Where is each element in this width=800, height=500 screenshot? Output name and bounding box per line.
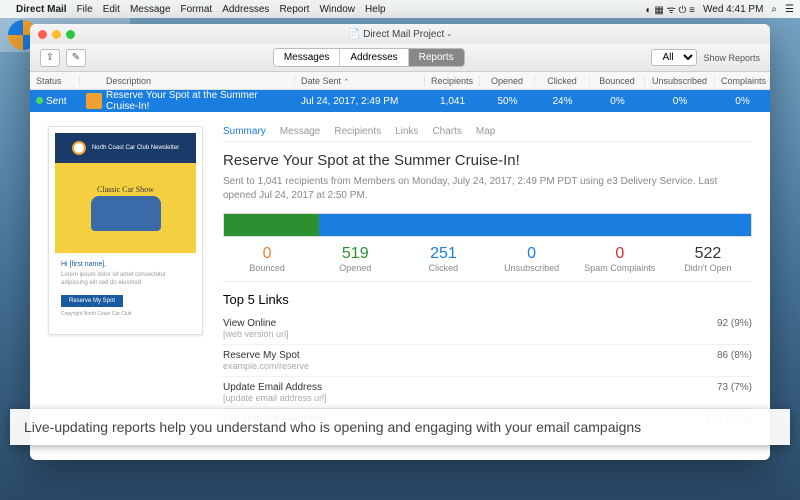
menubar-clock[interactable]: Wed 4:41 PM	[703, 4, 763, 15]
link-row[interactable]: Update Email Address[update email addres…	[223, 377, 752, 409]
stats-row: 0Bounced519Opened251Clicked0Unsubscribed…	[223, 245, 752, 282]
titlebar: 📄 Direct Mail Project ⌄	[30, 24, 770, 44]
brand-logo-icon	[72, 141, 86, 155]
zoom-icon[interactable]	[66, 30, 75, 39]
stat-didn-t-open[interactable]: 522Didn't Open	[664, 245, 752, 273]
notifications-icon[interactable]: ☰	[785, 4, 794, 15]
menu-message[interactable]: Message	[130, 4, 171, 15]
stat-spam-complaints[interactable]: 0Spam Complaints	[576, 245, 664, 273]
menu-help[interactable]: Help	[365, 4, 386, 15]
tab-map[interactable]: Map	[476, 126, 495, 137]
status-dot-icon	[36, 97, 43, 104]
tab-addresses[interactable]: Addresses	[340, 49, 408, 66]
col-clicked[interactable]: Clicked	[535, 76, 590, 86]
link-row[interactable]: View Online[web version url]92 (9%)	[223, 313, 752, 345]
new-icon[interactable]: ✎	[66, 49, 86, 67]
report-subtitle: Sent to 1,041 recipients from Members on…	[223, 175, 752, 203]
col-opened[interactable]: Opened	[480, 76, 535, 86]
col-bounced[interactable]: Bounced	[590, 76, 645, 86]
menu-addresses[interactable]: Addresses	[222, 4, 269, 15]
tab-reports[interactable]: Reports	[409, 49, 464, 66]
col-date-sent[interactable]: Date Sent ⌃	[295, 76, 425, 86]
view-segmented-control: Messages Addresses Reports	[273, 48, 465, 67]
menu-window[interactable]: Window	[319, 4, 355, 15]
tab-summary[interactable]: Summary	[223, 126, 266, 137]
menu-file[interactable]: File	[77, 4, 93, 15]
tab-message[interactable]: Message	[280, 126, 321, 137]
engagement-bar	[223, 213, 752, 237]
tab-links[interactable]: Links	[395, 126, 418, 137]
report-title: Reserve Your Spot at the Summer Cruise-I…	[223, 152, 752, 169]
top-links-heading: Top 5 Links	[223, 292, 752, 307]
chevron-down-icon[interactable]: ⌄	[446, 30, 452, 38]
tab-charts[interactable]: Charts	[432, 126, 461, 137]
mac-menubar: Direct Mail File Edit Message Format Add…	[0, 0, 800, 18]
col-recipients[interactable]: Recipients	[425, 76, 480, 86]
stat-bounced[interactable]: 0Bounced	[223, 245, 311, 273]
search-icon[interactable]: ⌕	[771, 4, 777, 15]
col-description[interactable]: Description	[100, 76, 295, 86]
share-icon[interactable]: ⇪	[40, 49, 60, 67]
show-reports-label: Show Reports	[703, 53, 760, 63]
tab-recipients[interactable]: Recipients	[334, 126, 381, 137]
col-complaints[interactable]: Complaints	[715, 76, 770, 86]
close-icon[interactable]	[38, 30, 47, 39]
app-window: 📄 Direct Mail Project ⌄ ⇪ ✎ Messages Add…	[30, 24, 770, 460]
link-row[interactable]: Reserve My Spotexample.com/reserve86 (8%…	[223, 345, 752, 377]
status-icons: ◐ ▦ ᯤ ⏻ ≡	[646, 2, 695, 16]
car-illustration-icon	[91, 196, 161, 231]
doc-icon: 📄	[348, 29, 360, 40]
menu-edit[interactable]: Edit	[103, 4, 120, 15]
window-title[interactable]: Direct Mail Project	[363, 29, 444, 40]
report-panel: Summary Message Recipients Links Charts …	[223, 126, 752, 446]
stat-unsubscribed[interactable]: 0Unsubscribed	[488, 245, 576, 273]
app-name[interactable]: Direct Mail	[16, 4, 67, 15]
stat-clicked[interactable]: 251Clicked	[399, 245, 487, 273]
promo-banner: Live-updating reports help you understan…	[10, 409, 790, 445]
tab-messages[interactable]: Messages	[274, 49, 341, 66]
menu-report[interactable]: Report	[279, 4, 309, 15]
col-unsubscribed[interactable]: Unsubscribed	[645, 76, 715, 86]
preview-cta-button: Reserve My Spot	[61, 295, 123, 307]
table-row[interactable]: Sent Reserve Your Spot at the Summer Cru…	[30, 90, 770, 112]
minimize-icon[interactable]	[52, 30, 61, 39]
menu-format[interactable]: Format	[181, 4, 213, 15]
stat-opened[interactable]: 519Opened	[311, 245, 399, 273]
email-preview[interactable]: North Coast Car Club Newsletter Classic …	[48, 126, 203, 446]
col-status[interactable]: Status	[30, 76, 80, 86]
toolbar: ⇪ ✎ Messages Addresses Reports All Show …	[30, 44, 770, 72]
table-header: Status Description Date Sent ⌃ Recipient…	[30, 72, 770, 90]
filter-select[interactable]: All	[651, 49, 697, 66]
content-area: North Coast Car Club Newsletter Classic …	[30, 112, 770, 460]
